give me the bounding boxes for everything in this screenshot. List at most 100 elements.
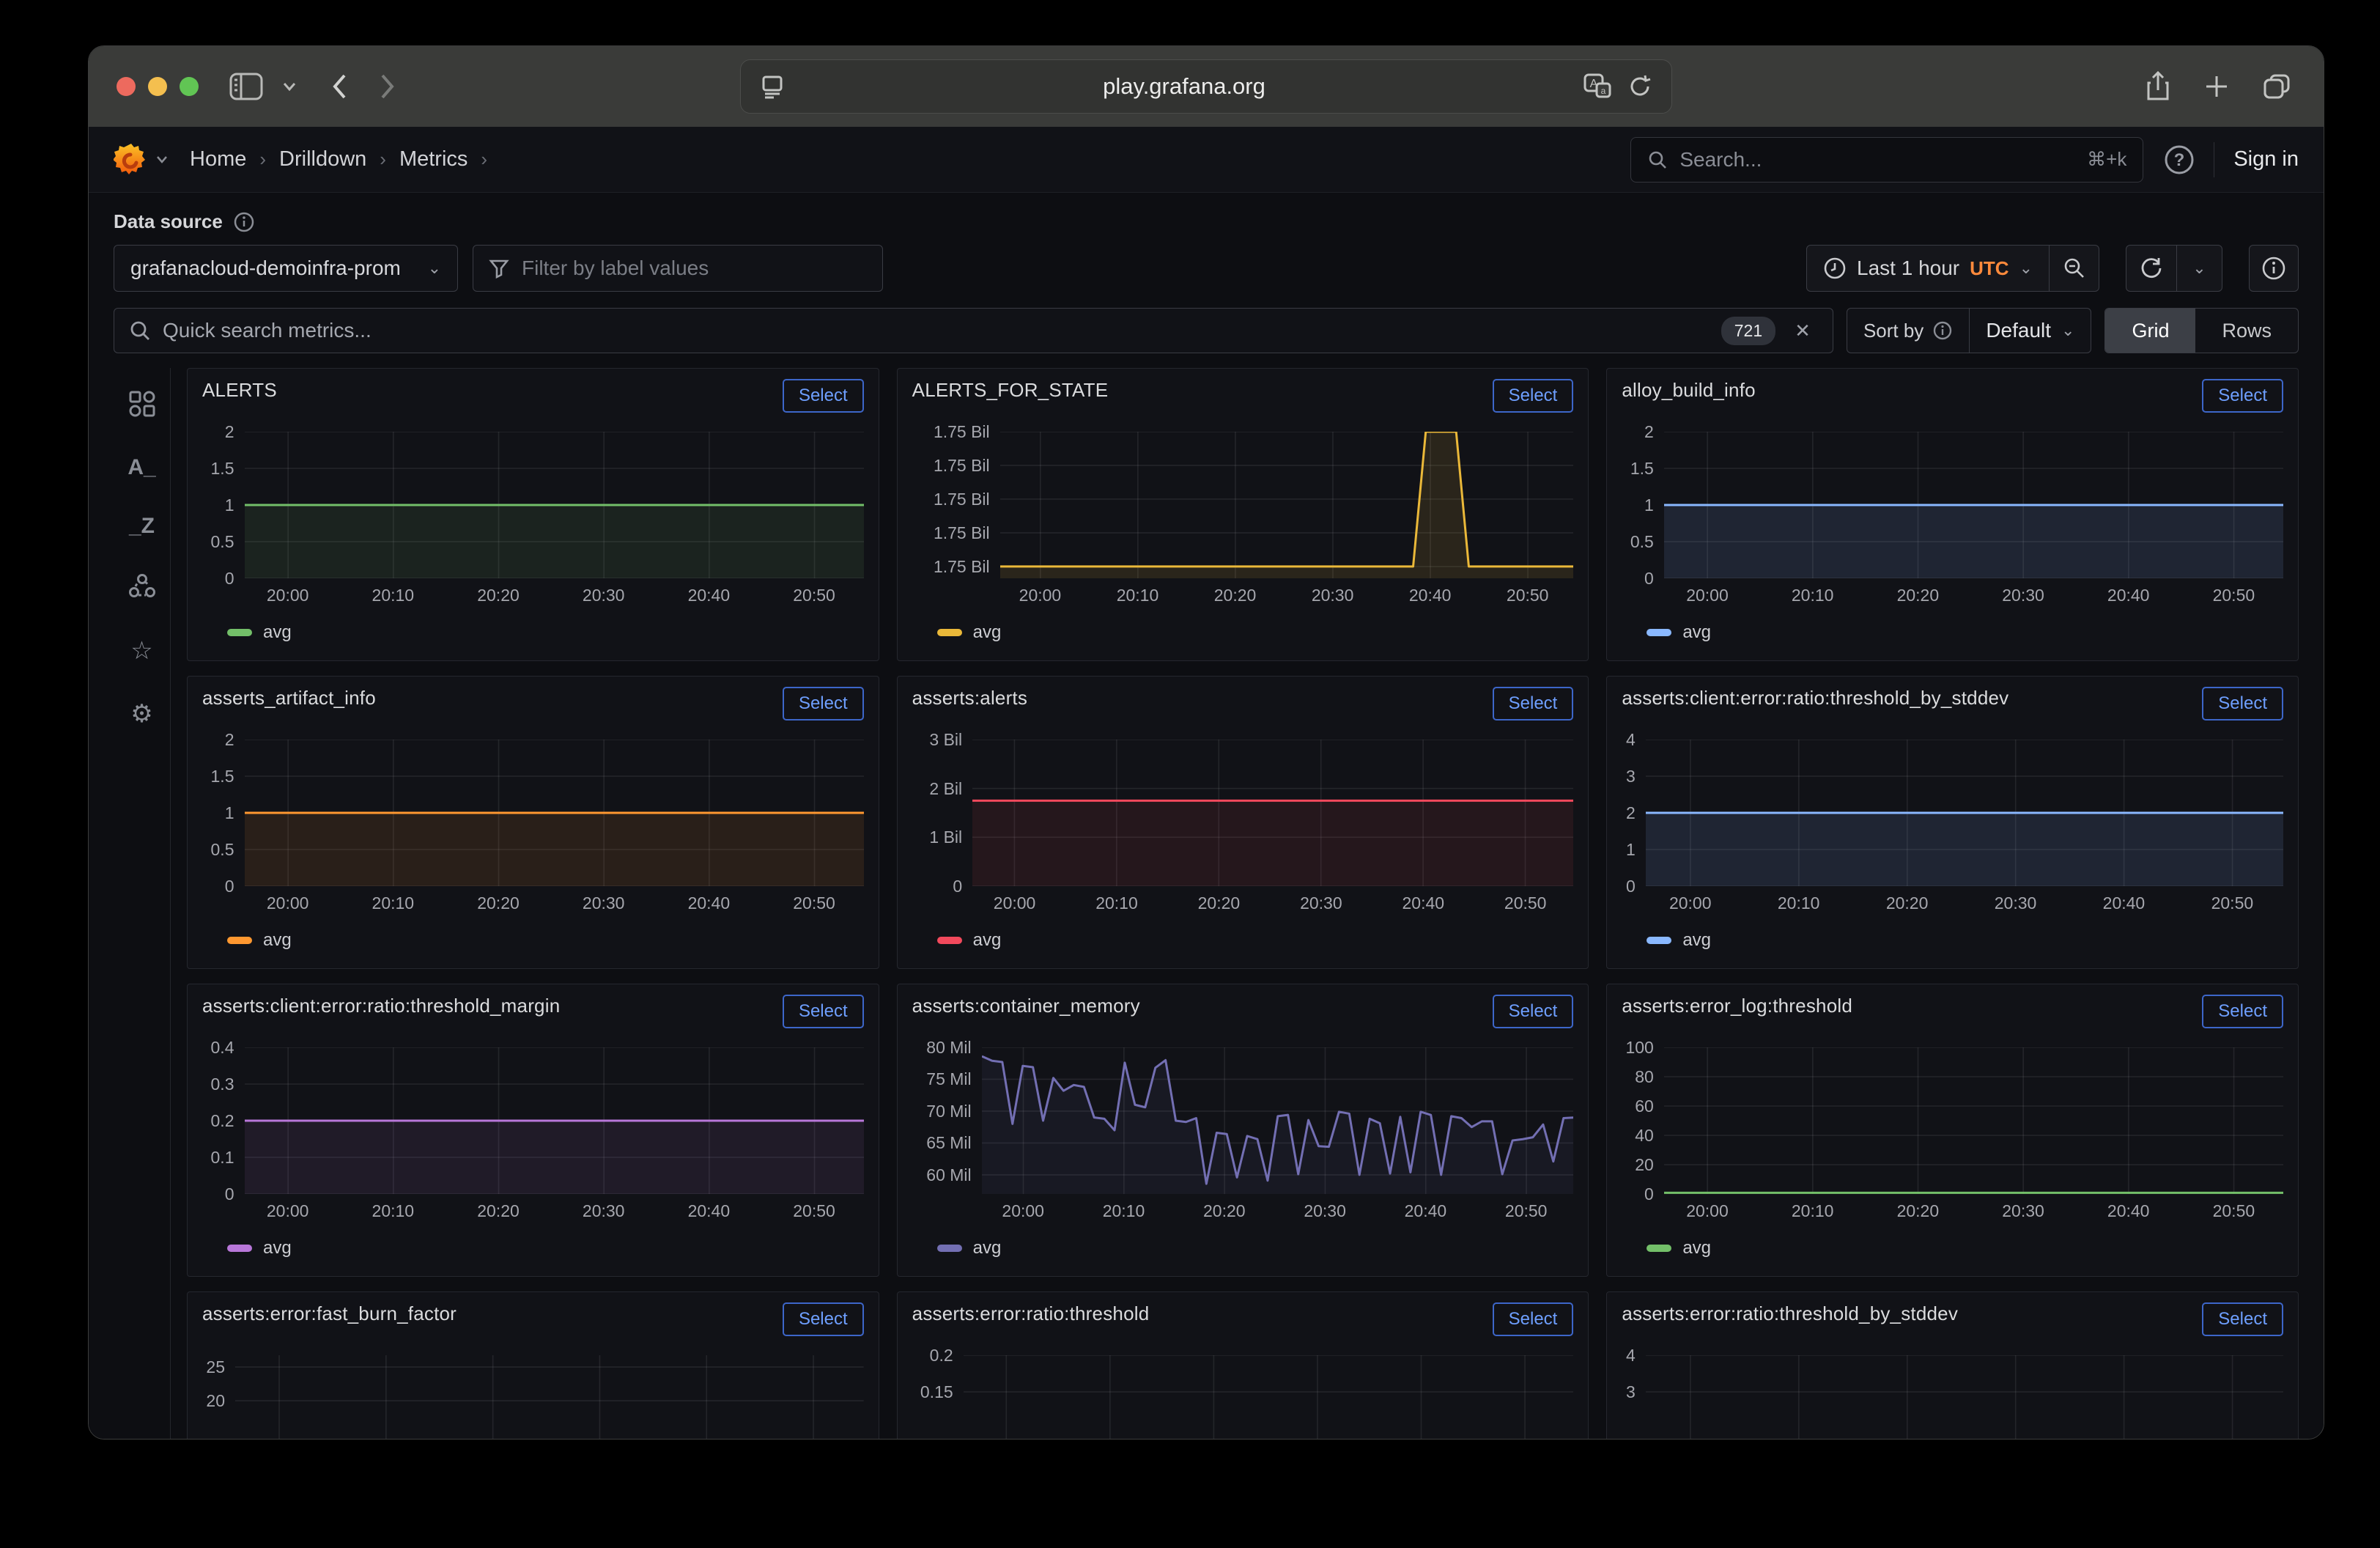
quick-search-input[interactable]: Quick search metrics... 721 ✕ <box>114 308 1833 353</box>
label-filter-input[interactable]: Filter by label values <box>473 245 883 292</box>
all-metrics-icon[interactable] <box>128 390 156 421</box>
select-button[interactable]: Select <box>2202 995 2283 1028</box>
data-source-select[interactable]: grafanacloud-demoinfra-prom ⌄ <box>114 245 458 292</box>
panel-legend[interactable]: avg <box>1647 622 2283 643</box>
translate-icon[interactable]: A a <box>1583 73 1611 100</box>
x-tick-label: 20:50 <box>793 1201 835 1221</box>
select-button[interactable]: Select <box>1493 995 1574 1028</box>
select-button[interactable]: Select <box>2202 1302 2283 1336</box>
refresh-button[interactable] <box>2126 246 2176 291</box>
panel-chart[interactable]: 1.75 Bil1.75 Bil1.75 Bil1.75 Bil1.75 Bil <box>912 432 1574 578</box>
select-button[interactable]: Select <box>1493 687 1574 720</box>
select-button[interactable]: Select <box>1493 379 1574 413</box>
refresh-interval-dropdown[interactable]: ⌄ <box>2176 246 2222 291</box>
bookmarks-star-icon[interactable]: ☆ <box>130 636 152 666</box>
time-range-button[interactable]: Last 1 hour UTC ⌄ <box>1807 246 2049 291</box>
group-icon[interactable] <box>128 572 156 602</box>
reload-icon[interactable] <box>1627 74 1652 99</box>
select-button[interactable]: Select <box>783 995 864 1028</box>
suffix-filter-icon[interactable]: _Z <box>129 514 155 539</box>
forward-button[interactable] <box>379 73 396 100</box>
info-icon[interactable] <box>1932 320 1953 341</box>
panel-legend[interactable]: avg <box>937 1238 1574 1258</box>
panel-legend[interactable]: avg <box>227 622 864 643</box>
zoom-window-button[interactable] <box>180 77 199 96</box>
y-tick-label: 2 Bil <box>929 779 962 799</box>
settings-gear-icon[interactable]: ⚙ <box>130 699 152 729</box>
browser-titlebar: play.grafana.org A a <box>89 46 2324 127</box>
panel-chart[interactable]: 100806040200 <box>1622 1047 2283 1194</box>
breadcrumb-home[interactable]: Home <box>190 147 246 172</box>
panel-legend[interactable]: avg <box>937 930 1574 951</box>
legend-series-name: avg <box>263 622 292 643</box>
panel-title: asserts:error:ratio:threshold <box>912 1302 1150 1325</box>
y-axis: 21.510.50 <box>1622 432 1664 578</box>
chevron-down-icon: ⌄ <box>428 259 441 278</box>
svg-text:a: a <box>1601 86 1606 96</box>
prefix-filter-icon[interactable]: A_ <box>128 455 155 480</box>
y-axis: 21.510.50 <box>202 432 245 578</box>
x-tick-label: 20:10 <box>1792 586 1834 605</box>
x-tick-label: 20:40 <box>2103 893 2146 913</box>
panel-legend[interactable]: avg <box>227 930 864 951</box>
select-button[interactable]: Select <box>783 1302 864 1336</box>
panel-legend[interactable]: avg <box>1647 930 2283 951</box>
view-rows-option[interactable]: Rows <box>2195 309 2298 353</box>
breadcrumb-drilldown[interactable]: Drilldown <box>279 147 366 172</box>
select-button[interactable]: Select <box>2202 687 2283 720</box>
panel-legend[interactable]: avg <box>937 622 1574 643</box>
y-tick-label: 2 <box>1626 803 1636 823</box>
legend-series-name: avg <box>1682 1238 1711 1258</box>
search-shortcut: ⌘+k <box>2087 148 2126 171</box>
zoom-out-icon <box>2063 257 2086 280</box>
select-button[interactable]: Select <box>783 379 864 413</box>
panel-legend[interactable]: avg <box>1647 1238 2283 1258</box>
grafana-logo[interactable] <box>114 141 149 178</box>
address-bar[interactable]: play.grafana.org A a <box>740 59 1672 114</box>
panel-title: ALERTS_FOR_STATE <box>912 379 1109 402</box>
info-icon[interactable] <box>233 211 255 233</box>
clear-search-icon[interactable]: ✕ <box>1795 320 1811 342</box>
plot-area <box>982 1047 1574 1194</box>
reader-view-icon[interactable] <box>760 74 785 99</box>
select-button[interactable]: Select <box>1493 1302 1574 1336</box>
global-search-placeholder: Search... <box>1679 148 2075 172</box>
panel-chart[interactable]: 21.510.50 <box>202 740 864 886</box>
y-tick-label: 60 <box>1635 1096 1654 1116</box>
panel-chart[interactable]: 3 Bil2 Bil1 Bil0 <box>912 740 1574 886</box>
tab-overview-icon[interactable] <box>2262 73 2291 100</box>
select-button[interactable]: Select <box>2202 379 2283 413</box>
sidebar-toggle-icon[interactable] <box>229 73 263 100</box>
back-button[interactable] <box>330 73 348 100</box>
y-tick-label: 20 <box>1635 1155 1654 1175</box>
share-icon[interactable] <box>2145 71 2171 102</box>
panel-chart[interactable]: 43210 <box>1622 740 2283 886</box>
sidebar-chevron-icon[interactable] <box>282 81 297 92</box>
plot-area <box>964 1355 1574 1440</box>
new-tab-icon[interactable] <box>2203 73 2230 100</box>
panel-chart[interactable]: 21.510.50 <box>1622 432 2283 578</box>
global-search-input[interactable]: Search... ⌘+k <box>1630 137 2143 183</box>
y-tick-label: 1 <box>225 803 234 823</box>
minimize-window-button[interactable] <box>148 77 167 96</box>
view-grid-option[interactable]: Grid <box>2105 309 2195 353</box>
panel-info-button[interactable] <box>2249 245 2299 292</box>
panel-title: asserts:error:ratio:threshold_by_stddev <box>1622 1302 1958 1325</box>
x-tick-label: 20:50 <box>1507 586 1549 605</box>
close-window-button[interactable] <box>117 77 136 96</box>
help-icon[interactable]: ? <box>2164 144 2195 175</box>
org-switcher-chevron-icon[interactable] <box>156 155 168 164</box>
panel-chart[interactable]: 2520 <box>202 1355 864 1440</box>
breadcrumb-metrics[interactable]: Metrics <box>399 147 468 172</box>
panel-chart[interactable]: 43 <box>1622 1355 2283 1440</box>
select-button[interactable]: Select <box>783 687 864 720</box>
sort-select[interactable]: Default ⌄ <box>1969 309 2091 353</box>
panel-chart[interactable]: 0.40.30.20.10 <box>202 1047 864 1194</box>
sign-in-button[interactable]: Sign in <box>2233 147 2299 172</box>
panel-chart[interactable]: 80 Mil75 Mil70 Mil65 Mil60 Mil <box>912 1047 1574 1194</box>
zoom-out-time-button[interactable] <box>2049 246 2099 291</box>
panel-chart[interactable]: 0.20.15 <box>912 1355 1574 1440</box>
panel-chart[interactable]: 21.510.50 <box>202 432 864 578</box>
panel-legend[interactable]: avg <box>227 1238 864 1258</box>
y-tick-label: 1.5 <box>1630 459 1654 479</box>
